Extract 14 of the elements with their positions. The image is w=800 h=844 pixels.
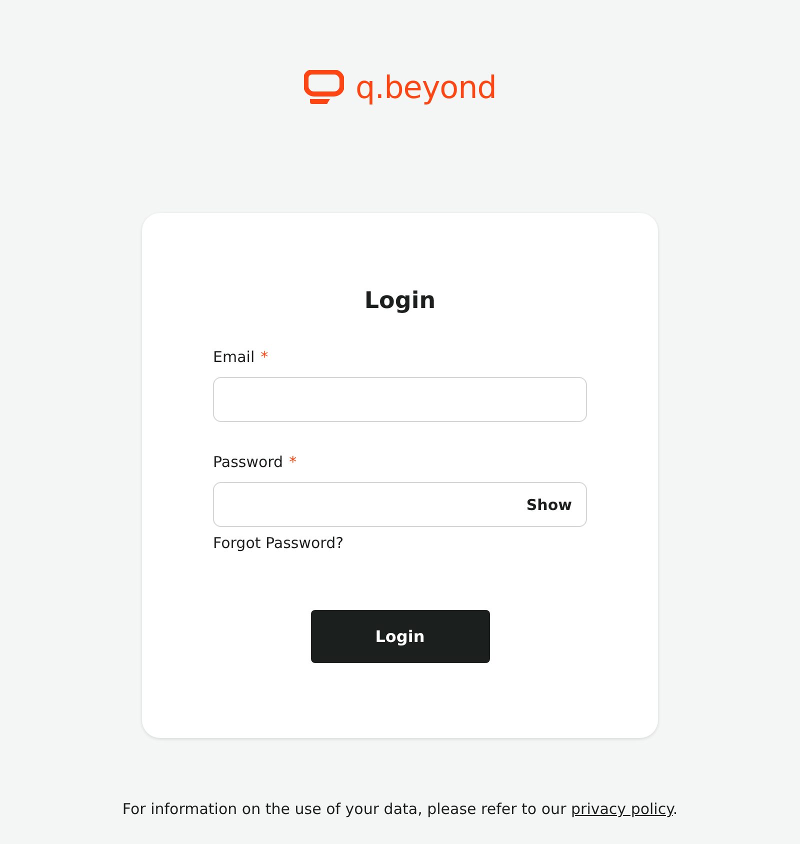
privacy-policy-link[interactable]: privacy policy [571,800,673,818]
login-title: Login [363,287,437,316]
logo-icon [304,70,344,106]
password-field[interactable]: Show [213,482,587,527]
logo-text: q.beyond [356,72,496,104]
required-mark: * [260,347,268,367]
field-label: Email [213,347,255,367]
login-button[interactable]: Login [310,610,490,663]
forgot-password-link[interactable]: Forgot Password? [213,533,344,553]
required-mark: * [289,452,297,472]
field-label: Password [213,452,284,472]
privacy-notice: For information on the use of your data, please refer to our privacy policy. [122,800,678,818]
email-field[interactable] [213,377,587,422]
show-password-button[interactable]: Show [512,483,586,526]
